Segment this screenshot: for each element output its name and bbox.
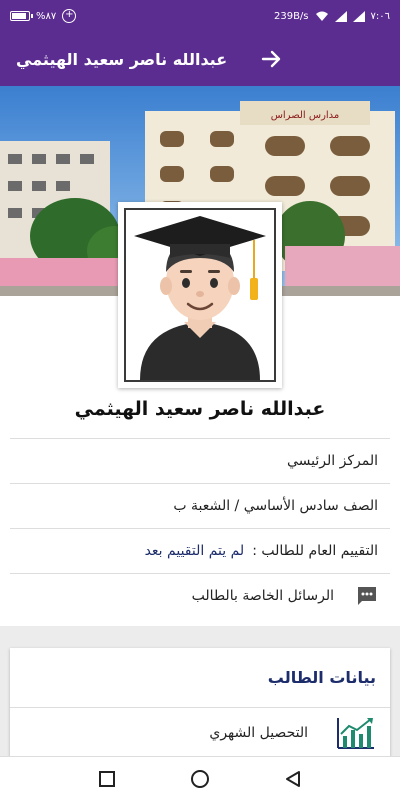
line-chart-icon [337,718,374,749]
student-data-title: بيانات الطالب [10,648,390,708]
messages-row[interactable]: الرسائل الخاصة بالطالب [10,573,390,617]
monthly-achievement-label: التحصيل الشهري [209,725,308,741]
arrow-right-icon [261,50,281,68]
nav-back-button[interactable] [281,767,305,791]
wifi-icon [315,11,328,21]
clock: ٧:٠٦ [370,10,390,22]
class-row: الصف سادس الأساسي / الشعبة ب [10,483,390,527]
app-bar-title: عبدالله ناصر سعيد الهيثمي [16,49,228,69]
student-name: عبدالله ناصر سعيد الهيثمي [74,398,326,420]
graduate-student-icon [134,216,266,380]
center-row: المركز الرئيسي [10,438,390,482]
home-button[interactable] [188,767,212,791]
evaluation-label: التقييم العام للطالب : [252,542,378,559]
battery-icon [10,11,33,21]
back-icon [286,770,301,787]
status-left: %٨٧ + [10,9,77,23]
network-speed: 239B/s [273,10,309,22]
center-label: المركز الرئيسي [287,452,378,469]
chat-bubble-icon [358,586,376,605]
evaluation-row: التقييم العام للطالب : لم يتم التقييم بع… [10,528,390,572]
status-bar: %٨٧ + 239B/s ٧:٠٦ [0,0,400,32]
signal-icon-2 [352,10,365,22]
battery-fill [12,13,26,19]
signal-icon [334,10,347,22]
building-sign: مدارس الصراس [271,110,340,121]
evaluation-value: لم يتم التقييم بعد [144,542,245,559]
back-button[interactable] [257,45,285,73]
recent-apps-icon [98,770,115,787]
system-nav-bar [0,756,400,800]
home-icon [190,769,209,788]
status-right: 239B/s ٧:٠٦ [273,10,390,22]
recent-apps-button[interactable] [95,767,119,791]
messages-label: الرسائل الخاصة بالطالب [191,587,334,604]
app-bar: عبدالله ناصر سعيد الهيثمي [0,32,400,86]
student-avatar [118,202,282,388]
battery-text: %٨٧ [36,10,57,22]
monthly-achievement-item[interactable]: التحصيل الشهري [10,708,390,758]
class-label: الصف سادس الأساسي / الشعبة ب [173,497,378,514]
data-saver-icon: + [62,9,77,23]
